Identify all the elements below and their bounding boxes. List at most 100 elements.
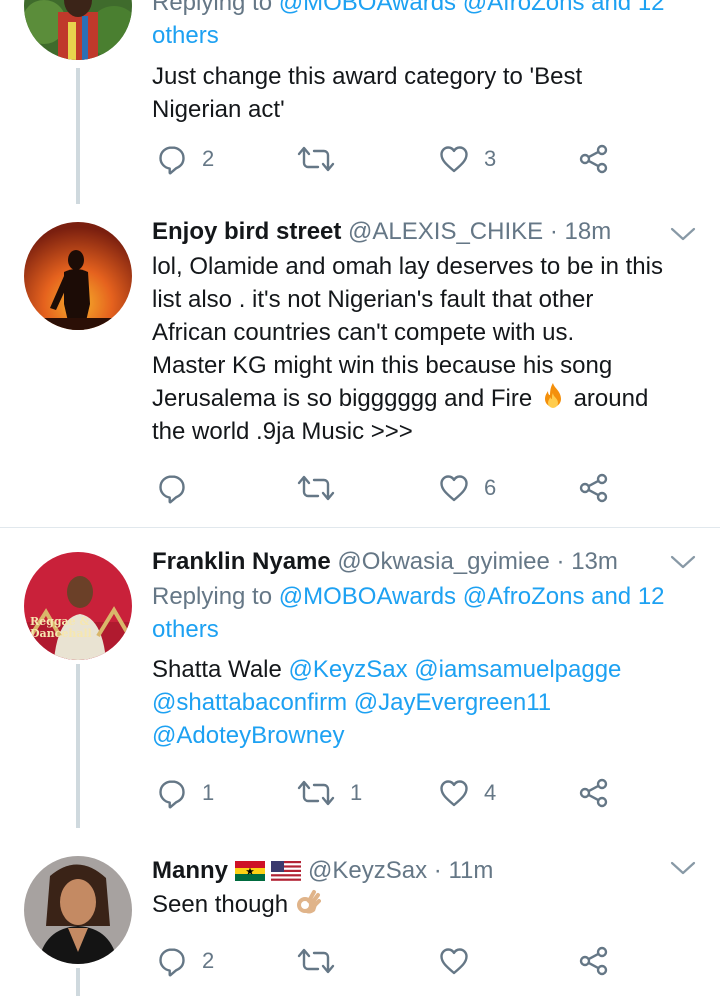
replying-to-cont: others [152,613,696,646]
share-icon [578,143,610,175]
ok-hand-emoji-icon [296,890,321,914]
tweet-text-line: the world .9ja Music >>> [152,418,413,445]
share-button[interactable] [578,139,610,179]
tweet-text-line: African countries can't compete with us. [152,319,575,346]
retweet-count: 1 [350,780,363,805]
tweet-text-segment: Jerusalema is so bigggggg and Fire [152,385,533,412]
replying-to-others-link[interactable]: others [152,22,219,49]
mention-links[interactable]: @KeyzSax @iamsamuelpagge [289,656,622,683]
avatar-caption: Reggae & Dancehall [30,615,92,640]
fire-emoji-icon [544,383,561,408]
separator-dot: · [556,548,565,575]
like-count: 3 [484,146,497,171]
tweet-text: Shatta Wale @KeyzSax @iamsamuelpagge @sh… [152,653,696,752]
avatar[interactable] [24,0,132,60]
retweet-icon [296,143,336,175]
reply-count: 2 [202,146,215,171]
share-icon [578,777,610,809]
timestamp[interactable]: 13m [571,548,618,575]
user-handle[interactable]: @ALEXIS_CHIKE [348,218,543,245]
tweet-text: Seen though [152,888,696,921]
reply-count: 1 [202,780,215,805]
retweet-icon [296,472,336,504]
separator-dot: · [549,218,558,245]
display-name[interactable]: Enjoy bird street [152,218,341,245]
like-button[interactable] [438,941,484,981]
display-name[interactable]: Franklin Nyame [152,548,331,575]
reply-button[interactable]: 2 [156,941,214,981]
avatar[interactable] [24,856,132,964]
heart-icon [438,777,470,809]
replying-to-cont: others [152,19,696,52]
user-handle[interactable]: @KeyzSax [308,857,427,884]
thread-line [76,68,80,204]
reply-button[interactable]: 2 [156,139,214,179]
usa-flag-icon [271,861,302,881]
replying-to: Replying to @MOBOAwards @AfroZons and 12 [152,580,696,613]
timestamp[interactable]: 18m [565,218,612,245]
chevron-down-icon[interactable] [670,554,696,570]
mention-link[interactable]: @AdoteyBrowney [152,719,696,752]
share-button[interactable] [578,773,610,813]
tweet-4[interactable]: Manny @KeyzSax · 11m Seen though 2 [0,828,720,996]
share-icon [578,472,610,504]
tweet-text-line: lol, Olamide and omah lay deserves to be… [152,253,663,280]
retweet-button[interactable] [296,139,350,179]
tweet-header: Manny @KeyzSax · 11m [152,855,696,887]
like-button[interactable]: 4 [438,773,496,813]
chevron-down-icon[interactable] [670,226,696,242]
heart-icon [438,945,470,977]
avatar[interactable] [24,222,132,330]
replying-to-links[interactable]: @MOBOAwards @AfroZons and 12 [279,0,665,16]
tweet-actions: 2 [152,941,622,981]
chevron-down-icon[interactable] [670,860,696,876]
thread-line [76,968,80,996]
replying-to-label: Replying to [152,583,273,610]
reply-icon [156,143,188,175]
retweet-icon [296,777,336,809]
reply-count: 2 [202,948,215,973]
share-button[interactable] [578,468,610,508]
tweet-text: lol, Olamide and omah lay deserves to be… [152,250,696,448]
tweet-3[interactable]: Reggae & Dancehall Franklin Nyame @Okwas… [0,528,720,828]
retweet-icon [296,945,336,977]
retweet-button[interactable] [296,941,350,981]
tweet-2[interactable]: Enjoy bird street @ALEXIS_CHIKE · 18m lo… [0,200,720,527]
tweet-text-line: Nigerian act' [152,96,285,123]
retweet-button[interactable] [296,468,350,508]
tweet-text-line: Jerusalema is so bigggggg and Fire aroun… [152,382,696,415]
thread-line [76,664,80,828]
reply-icon [156,777,188,809]
tweet-actions: 1 1 4 [152,773,622,813]
like-count: 4 [484,780,497,805]
mention-links[interactable]: @shattabaconfirm @JayEvergreen11 [152,686,696,719]
like-button[interactable]: 3 [438,139,496,179]
retweet-button[interactable]: 1 [296,773,362,813]
tweet-text: Just change this award category to 'Best… [152,60,696,126]
tweet-text-line: Just change this award category to 'Best [152,63,583,90]
tweet-header: Enjoy bird street @ALEXIS_CHIKE · 18m [152,216,696,248]
tweet-header: Franklin Nyame @Okwasia_gyimiee · 13m [152,546,696,578]
replying-to: Replying to @MOBOAwards @AfroZons and 12 [152,0,696,19]
share-button[interactable] [578,941,610,981]
tweet-actions: 2 3 [152,139,622,179]
like-count: 6 [484,475,497,500]
user-handle[interactable]: @Okwasia_gyimiee [337,548,549,575]
replying-to-others-link[interactable]: others [152,616,219,643]
ghana-flag-icon [234,861,265,881]
tweet-text-segment: around [573,385,649,412]
tweet-actions: 6 [152,468,622,508]
tweet-1[interactable]: Replying to @MOBOAwards @AfroZons and 12… [0,0,720,204]
display-name[interactable]: Manny [152,857,228,884]
replying-to-links[interactable]: @MOBOAwards @AfroZons and 12 [279,583,665,610]
like-button[interactable]: 6 [438,468,496,508]
avatar[interactable]: Reggae & Dancehall [24,552,132,660]
heart-icon [438,472,470,504]
reply-button[interactable]: 1 [156,773,214,813]
share-icon [578,945,610,977]
timestamp[interactable]: 11m [448,857,493,884]
heart-icon [438,143,470,175]
tweet-text-segment: Shatta Wale [152,656,282,683]
reply-icon [156,472,188,504]
reply-button[interactable] [156,468,202,508]
